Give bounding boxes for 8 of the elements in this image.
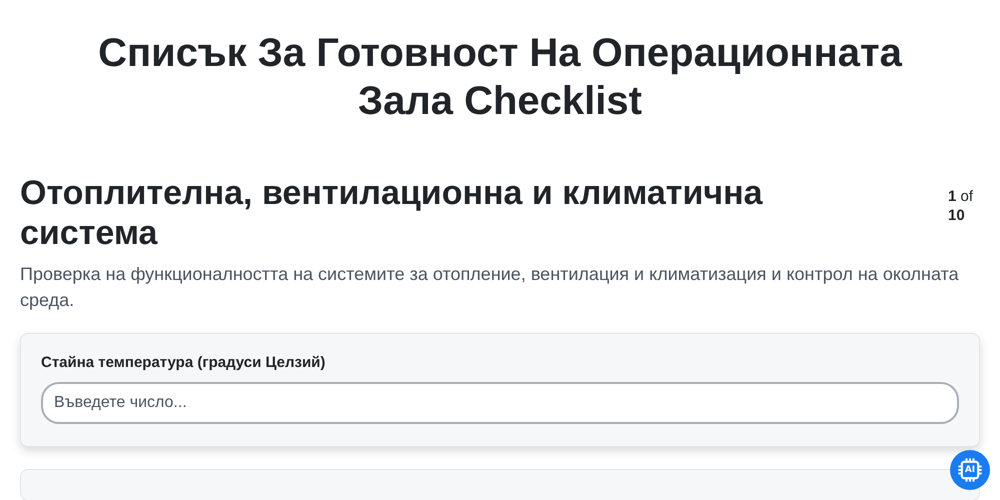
step-counter: 1 of 10 [948, 187, 974, 225]
chip-icon [956, 456, 984, 484]
field-label: Стайна температура (градуси Целзий) [41, 354, 326, 371]
ai-button[interactable]: AI [950, 450, 990, 490]
section-description: Проверка на функционалността на системите за отопление, вентилация и климатизация и контрол на околната среда. [20, 263, 960, 312]
section-title: Отоплителна, вентилационна и климатична система [20, 173, 764, 253]
input-field[interactable]: Въведете число... [41, 382, 959, 424]
page-title: Списък За Готовност На Операционната Зала Checklist [97, 30, 904, 125]
